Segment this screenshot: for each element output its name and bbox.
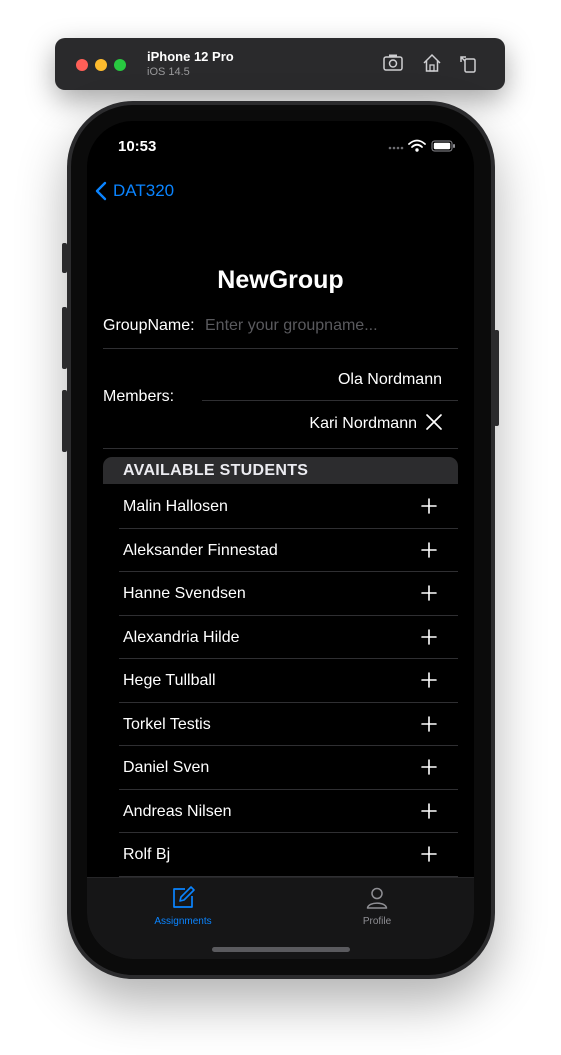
student-row[interactable]: Daniel Sven (119, 746, 458, 790)
student-row[interactable]: Torkel Testis (119, 703, 458, 746)
plus-icon[interactable] (421, 715, 437, 732)
simulator-os-version: iOS 14.5 (147, 66, 190, 78)
student-name: Hege Tullball (123, 672, 216, 689)
student-row[interactable]: Malin Hallosen (119, 485, 458, 529)
edit-icon (173, 886, 195, 908)
plus-icon[interactable] (421, 585, 437, 601)
simulator-title-bar: iPhone 12 Pro iOS 14.5 (55, 38, 505, 90)
back-button[interactable]: DAT320 (95, 180, 174, 202)
groupname-label: GroupName: (103, 317, 195, 334)
mute-switch (62, 243, 67, 273)
chevron-left-icon (95, 181, 107, 201)
student-name: Hanne Svendsen (123, 585, 246, 602)
rotate-icon[interactable] (457, 52, 479, 74)
student-name: Torkel Testis (123, 715, 211, 733)
plus-icon[interactable] (421, 672, 437, 688)
home-icon[interactable] (421, 52, 443, 74)
simulator-device-name: iPhone 12 Pro (147, 49, 234, 64)
divider (103, 448, 458, 449)
plus-icon[interactable] (421, 846, 437, 862)
student-row[interactable]: Alexandria Hilde (119, 616, 458, 659)
tab-label: Assignments (154, 916, 212, 927)
wifi-icon (408, 139, 426, 148)
person-icon (366, 887, 388, 909)
available-students-list[interactable]: Malin Hallosen Aleksander Finnestad Hann… (87, 485, 474, 877)
signal-icon (388, 146, 404, 150)
available-students-header: AVAILABLE STUDENTS (103, 457, 458, 484)
divider (202, 400, 458, 401)
student-name: Rolf Bj (123, 846, 171, 863)
page-title: NewGroup (217, 266, 344, 294)
app-screen: 10:53 DAT320 NewGroup GroupName: Members… (87, 121, 474, 959)
status-time: 10:53 (118, 138, 157, 155)
section-title: AVAILABLE STUDENTS (123, 462, 309, 479)
minimize-window-button[interactable] (95, 59, 107, 71)
divider (103, 348, 458, 349)
student-name: Alexandria Hilde (123, 628, 240, 646)
plus-icon[interactable] (421, 802, 437, 819)
status-icons (388, 139, 455, 152)
student-row[interactable]: Aleksander Finnestad (119, 529, 458, 572)
student-name: Daniel Sven (123, 759, 210, 776)
back-label: DAT320 (113, 181, 175, 200)
student-row[interactable]: Hege Tullball (119, 659, 458, 703)
volume-up-button (62, 307, 67, 369)
power-button (494, 330, 499, 426)
members-label: Members: (103, 388, 175, 405)
screenshot-icon[interactable] (382, 52, 404, 74)
student-row[interactable]: Rolf Bj (119, 833, 458, 877)
volume-down-button (62, 390, 67, 452)
member-name: Kari Nordmann (309, 415, 417, 432)
tab-profile[interactable]: Profile (327, 886, 427, 927)
tab-label: Profile (362, 916, 392, 927)
remove-member-button[interactable] (425, 413, 443, 431)
zoom-window-button[interactable] (114, 59, 126, 71)
tab-assignments[interactable]: Assignments (133, 886, 233, 927)
student-name: Malin Hallosen (123, 498, 228, 515)
student-name: Andreas Nilsen (123, 802, 232, 820)
home-indicator (212, 947, 350, 952)
student-row[interactable]: Hanne Svendsen (119, 572, 458, 616)
battery-icon (431, 140, 455, 152)
student-name: Aleksander Finnestad (123, 541, 278, 559)
plus-icon[interactable] (421, 759, 437, 775)
plus-icon[interactable] (421, 628, 437, 645)
plus-icon[interactable] (421, 498, 437, 514)
student-row[interactable]: Andreas Nilsen (119, 790, 458, 833)
groupname-input[interactable] (205, 314, 455, 338)
plus-icon[interactable] (421, 541, 437, 558)
member-name: Ola Nordmann (337, 371, 442, 388)
close-window-button[interactable] (76, 59, 88, 71)
